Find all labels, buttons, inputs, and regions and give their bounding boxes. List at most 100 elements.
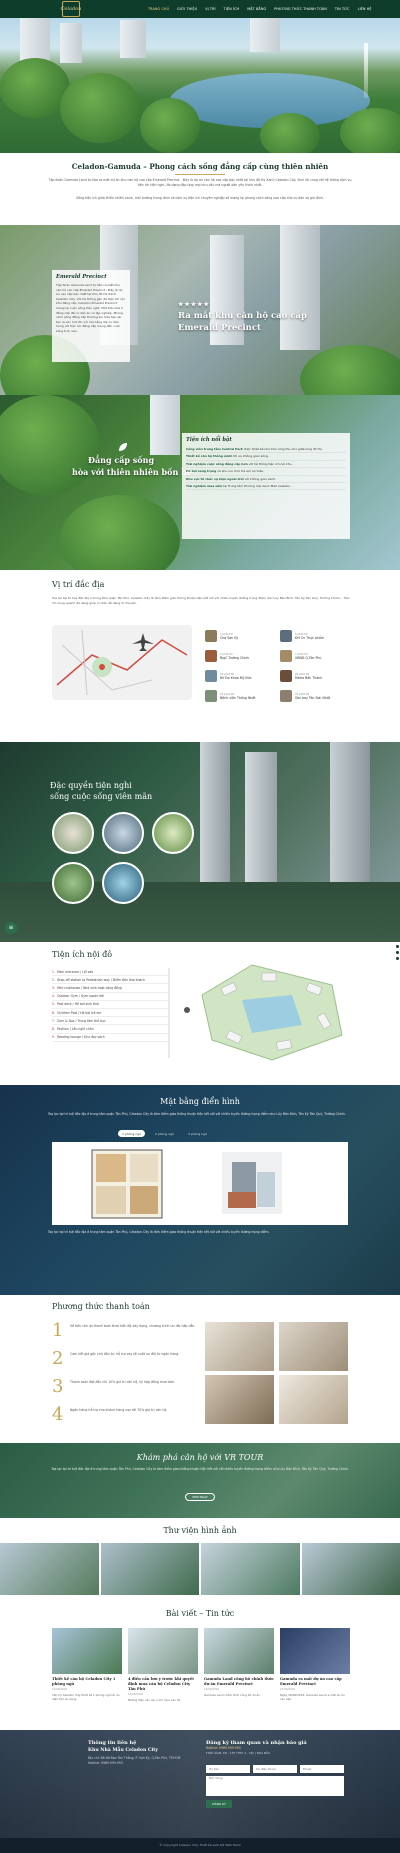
intro-title: Celadon-Gamuda – Phong cách sống đẳng cấ…: [71, 162, 329, 171]
utility-label: Gym & Spa / Trung tâm thể dục: [56, 1018, 106, 1023]
vr-view-button[interactable]: XEM NGAY: [185, 1493, 215, 1501]
vr-description: Toạ lạc tại trí tuệ đắc địa ở trung tâm …: [51, 1467, 349, 1471]
amenity-row: Thiết kế căn hộ thông minh tối ưu không …: [186, 453, 346, 461]
news-date: 12/06/2019: [204, 1688, 219, 1691]
amenity-photo[interactable]: [52, 812, 94, 854]
hero-banner: [0, 18, 400, 153]
garden-image: [60, 495, 180, 570]
gallery-image[interactable]: [201, 1543, 300, 1595]
step-text: Thanh toán đợt đầu chỉ 10% giá trị căn h…: [70, 1380, 176, 1384]
utility-label: Main entrance / Lối vào: [56, 969, 94, 974]
menu-item-floorplan[interactable]: MẶT BẰNG: [243, 7, 270, 11]
poi-item: 3 phút tới Chợ Sơn Kỳ: [205, 628, 275, 644]
news-card-title[interactable]: Gamuda Land công bố chính thức dự án Eme…: [204, 1677, 274, 1687]
utility-item[interactable]: 3. Mini clubhouse / Nhà sinh hoạt cộng đồ…: [52, 984, 168, 993]
news-card[interactable]: Gamuda ra mắt dự án cao cấp Emerald Prec…: [280, 1628, 350, 1701]
garden-image: [300, 345, 400, 395]
location-title: Vị trí đắc địa: [52, 580, 105, 589]
location-description: Toạ lạc tại trí tuệ đắc địa ở trung tâm …: [52, 596, 350, 605]
news-image[interactable]: [128, 1628, 198, 1674]
payment-step: 1 Số tiền còn lại thanh toán theo tiến độ…: [52, 1322, 197, 1340]
phone-field[interactable]: [253, 1765, 297, 1773]
amenity-photo[interactable]: [152, 812, 194, 854]
logo-text: Celadon: [60, 6, 82, 12]
poi-item: 20 phút tới Metro Bến Thành: [280, 668, 350, 684]
utility-item[interactable]: 4. Outdoor Gym / Gym ngoài trời: [52, 993, 168, 1001]
utility-item[interactable]: 8. Pavilion / Lều nghỉ chân: [52, 1025, 168, 1034]
tower-image: [200, 742, 230, 892]
menu-item-about[interactable]: GIỚI THIỆU: [173, 7, 201, 11]
hero-building: [250, 18, 280, 52]
utilities-title: Tiện ích nội đô: [52, 950, 113, 959]
news-card-title[interactable]: Gamuda ra mắt dự án cao cấp Emerald Prec…: [280, 1677, 350, 1687]
leaf-icon: [118, 437, 128, 451]
emerald-panel-text: Tập đoàn Gamuda Land tự hào ra mắt khu c…: [56, 283, 125, 333]
floorplan-description: Toạ lạc tại trí tuệ đắc địa ở trung tâm …: [48, 1230, 270, 1234]
footer-contact: Thông tin liên hệ Khu Nhà Mẫu Celadon Ci…: [88, 1740, 198, 1766]
tab-2-bedroom[interactable]: 2 phòng ngủ: [151, 1130, 178, 1137]
utility-item[interactable]: 5. Pool deck / Hồ bơi sinh thái: [52, 1001, 168, 1009]
amenity-row: Trải nghiệm mua sắm tại Trung tâm thương…: [186, 483, 346, 491]
gallery-image[interactable]: [100, 1543, 199, 1595]
logo[interactable]: Celadon: [60, 1, 82, 17]
exclusive-title: Đặc quyền tiện nghi sống cuộc sống viên …: [50, 780, 152, 802]
menu-item-payment[interactable]: PHƯƠNG THỨC THANH TOÁN: [270, 7, 331, 11]
menu-item-news[interactable]: TIN TỨC: [331, 7, 354, 11]
gallery-image[interactable]: [301, 1543, 400, 1595]
site-plan-map[interactable]: [182, 955, 352, 1065]
utility-item[interactable]: 2. Drop-off station to Pedestrian way / Đ…: [52, 976, 168, 985]
news-date: 12/06/2019: [52, 1688, 67, 1691]
palm-image: [0, 395, 100, 495]
register-button[interactable]: ĐĂNG KÝ: [206, 1800, 232, 1808]
interior-photo: [279, 1322, 348, 1371]
amenity-photo[interactable]: [102, 812, 144, 854]
payment-step: 4 Ngân hàng hỗ trợ cho khách hàng vay tới…: [52, 1406, 197, 1424]
menu-item-contact[interactable]: LIÊN HỆ: [354, 7, 376, 11]
gallery-image[interactable]: [0, 1543, 99, 1595]
hero-tree: [340, 108, 400, 153]
utility-item[interactable]: 7. Gym & Spa / Trung tâm thể dục: [52, 1017, 168, 1026]
slider-dot[interactable]: [396, 945, 399, 948]
menu-item-location[interactable]: VỊ TRÍ: [201, 7, 219, 11]
utility-item[interactable]: 9. Reading lounge / Khu đọc sách: [52, 1034, 168, 1042]
news-card[interactable]: Gamuda Land công bố chính thức dự án Eme…: [204, 1628, 274, 1697]
footer-register: Đăng ký tham quan và nhận báo giá Hotlin…: [206, 1740, 346, 1756]
floorplan-tabs: 1 phòng ngủ 2 phòng ngủ 3 phòng ngủ: [118, 1130, 211, 1137]
news-image[interactable]: [52, 1628, 122, 1674]
menu-item-home[interactable]: TRANG CHỦ: [144, 7, 173, 11]
divider: [175, 174, 225, 175]
tab-3-bedroom[interactable]: 3 phòng ngủ: [184, 1130, 211, 1137]
message-field[interactable]: [206, 1776, 344, 1796]
news-image[interactable]: [204, 1628, 274, 1674]
step-number: 2: [52, 1348, 64, 1369]
news-card-title[interactable]: Thiết kế căn hộ Celadon City 1 phòng ngủ: [52, 1677, 122, 1687]
poi-name: Chợ Sơn Kỳ: [220, 635, 239, 640]
floorplan-viewer[interactable]: [52, 1142, 348, 1225]
news-image[interactable]: [280, 1628, 350, 1674]
name-field[interactable]: [206, 1765, 250, 1773]
amenity-photo[interactable]: [52, 862, 94, 904]
slider-dot[interactable]: [396, 957, 399, 960]
tab-1-bedroom[interactable]: 1 phòng ngủ: [118, 1130, 145, 1137]
menu-toggle-icon[interactable]: ≡: [5, 922, 17, 934]
utility-label: Reading lounge / Khu đọc sách: [56, 1035, 105, 1040]
hero-tree: [260, 113, 320, 153]
news-card[interactable]: 4 điều cần lưu ý trước khi quyết định mu…: [128, 1628, 198, 1702]
poi-image: [280, 670, 292, 682]
step-number: 4: [52, 1404, 64, 1425]
slider-dot[interactable]: [396, 951, 399, 954]
news-card-title[interactable]: 4 điều cần lưu ý trước khi quyết định mu…: [128, 1677, 198, 1692]
floorplan-section: Mặt bằng điển hình Toạ lạc tại trí tuệ đ…: [0, 1085, 400, 1295]
utilities-list[interactable]: 1. Main entrance / Lối vào 2. Drop-off sta…: [52, 968, 170, 1058]
utility-label: Pool deck / Hồ bơi sinh thái: [56, 1002, 99, 1007]
news-card[interactable]: Thiết kế căn hộ Celadon City 1 phòng ngủ…: [52, 1628, 122, 1701]
poi-name: BV Đa Khoa Mỹ Đức: [220, 675, 252, 680]
location-map[interactable]: [52, 625, 192, 700]
menu-item-amenities[interactable]: TIỆN ÍCH: [220, 7, 244, 11]
email-field[interactable]: [300, 1765, 344, 1773]
poi-image: [280, 690, 292, 702]
utility-item[interactable]: 6. Children Pool / Hồ bơi trẻ em: [52, 1009, 168, 1018]
utility-item[interactable]: 1. Main entrance / Lối vào: [52, 968, 168, 977]
amenity-photo[interactable]: [102, 862, 144, 904]
rating-stars: ★★★★★: [178, 301, 210, 308]
